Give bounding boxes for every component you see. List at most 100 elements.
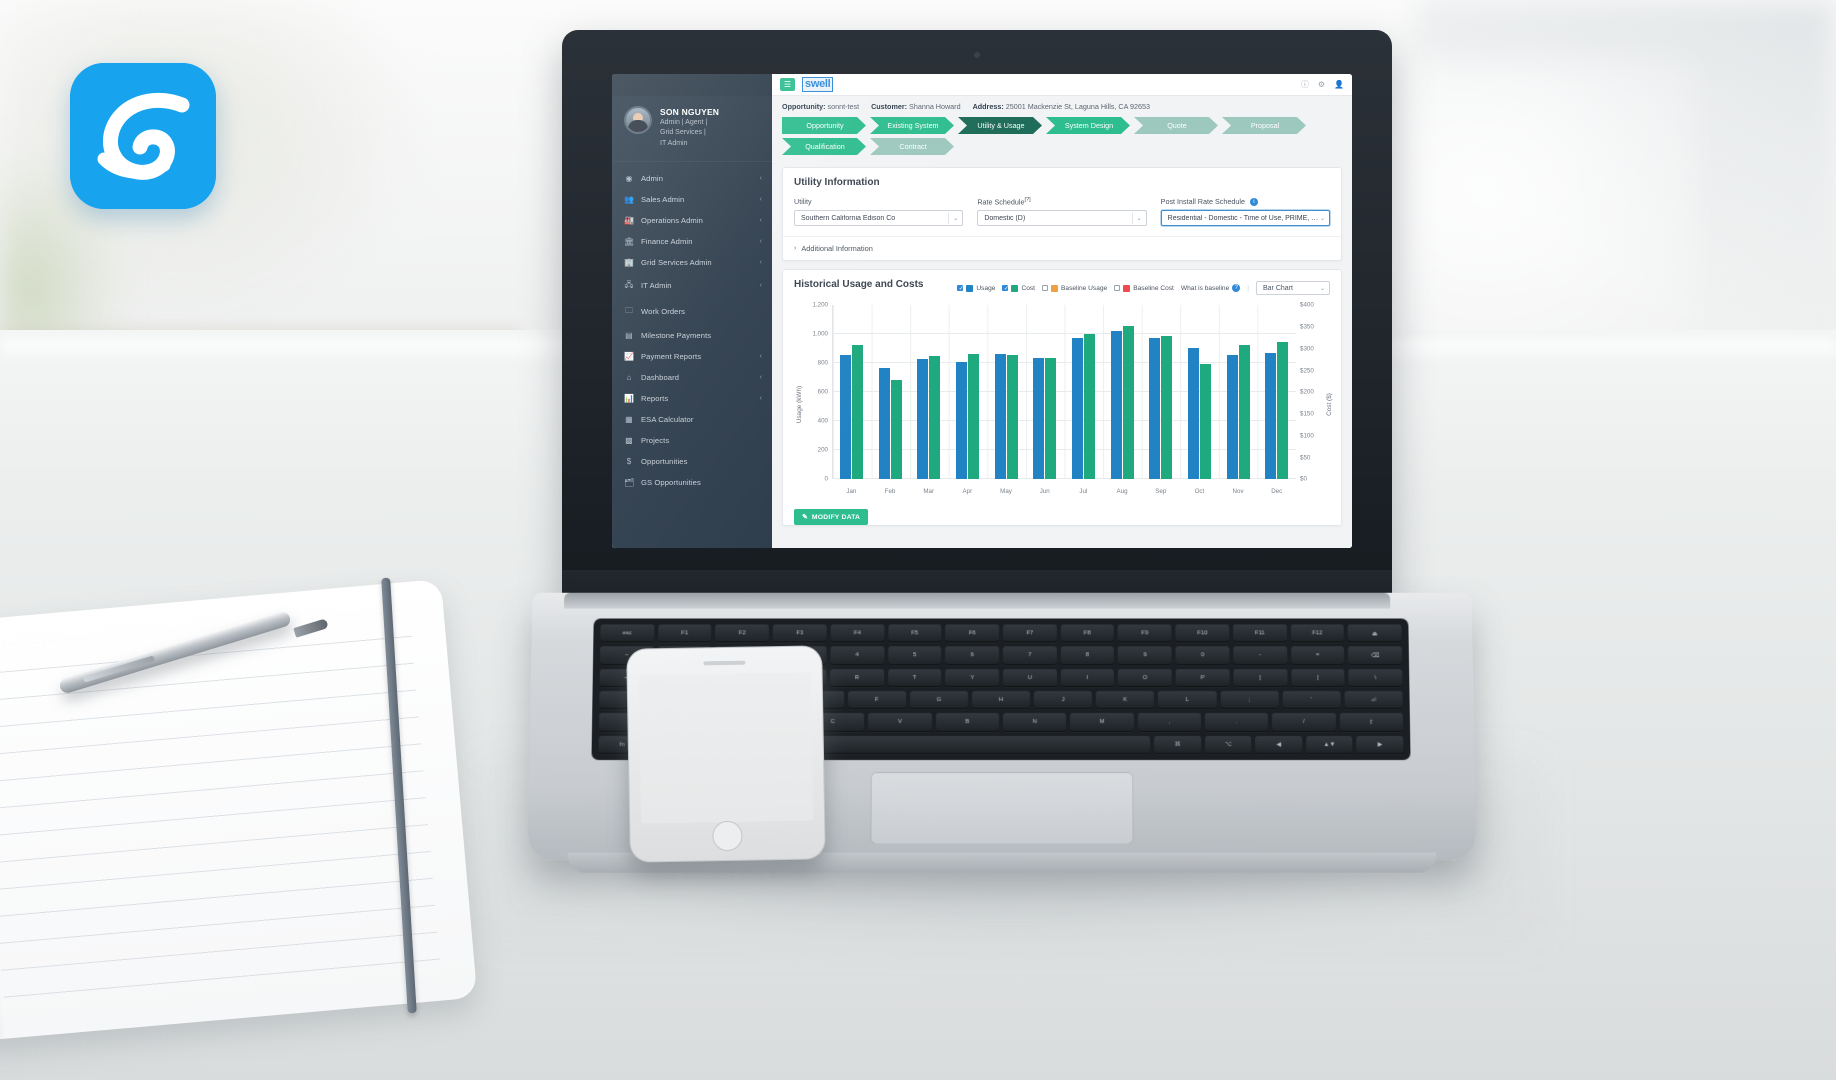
sidebar-item-it-admin[interactable]: 🖧 IT Admin ‹ xyxy=(612,273,772,299)
sidebar-item-payment-reports[interactable]: 📈 Payment Reports ‹ xyxy=(612,346,772,367)
sidebar-item-esa-calculator[interactable]: ▦ ESA Calculator xyxy=(612,409,772,430)
keyboard-key[interactable]: ] xyxy=(1291,669,1345,687)
bar-usage[interactable] xyxy=(1072,338,1083,479)
hamburger-icon[interactable]: ☰ xyxy=(780,78,795,91)
keyboard-key[interactable]: F9 xyxy=(1118,624,1172,642)
keyboard-key[interactable]: L xyxy=(1158,691,1216,709)
bar-usage[interactable] xyxy=(995,354,1006,479)
keyboard-key[interactable]: Y xyxy=(945,669,999,687)
keyboard-key[interactable]: 0 xyxy=(1176,647,1230,665)
keyboard-key[interactable]: P xyxy=(1176,669,1230,687)
keyboard-key[interactable]: T xyxy=(888,669,942,687)
bar-cost[interactable] xyxy=(1045,358,1056,480)
bar-cost[interactable] xyxy=(929,356,940,480)
bar-usage[interactable] xyxy=(1033,358,1044,480)
bar-cost[interactable] xyxy=(968,354,979,479)
keyboard-key[interactable]: ◀ xyxy=(1255,736,1302,754)
bar-usage[interactable] xyxy=(1111,331,1122,480)
legend-item-cost[interactable]: Cost xyxy=(1002,285,1035,292)
keyboard-key[interactable]: N xyxy=(1003,713,1066,731)
keyboard-key[interactable]: 8 xyxy=(1061,647,1115,665)
bar-usage[interactable] xyxy=(1227,355,1238,479)
keyboard-key[interactable]: I xyxy=(1061,669,1115,687)
keyboard-key[interactable]: F10 xyxy=(1176,624,1230,642)
bar-group[interactable] xyxy=(1180,305,1219,479)
bar-group[interactable] xyxy=(1025,305,1064,479)
keyboard-key[interactable]: ; xyxy=(1220,691,1278,709)
keyboard-key[interactable]: 4 xyxy=(830,647,884,665)
keyboard-key[interactable]: 7 xyxy=(1003,647,1057,665)
sidebar-item-admin[interactable]: ◉ Admin ‹ xyxy=(612,168,772,189)
bar-usage[interactable] xyxy=(956,362,967,479)
bar-cost[interactable] xyxy=(1084,334,1095,480)
keyboard-key[interactable]: F6 xyxy=(945,624,999,642)
legend-checkbox[interactable] xyxy=(1042,285,1048,291)
bar-cost[interactable] xyxy=(852,345,863,480)
keyboard-key[interactable]: ▶ xyxy=(1357,736,1404,754)
keyboard-key[interactable]: F5 xyxy=(888,624,942,642)
user-profile[interactable]: SON NGUYEN Admin | Agent | Grid Services… xyxy=(612,96,772,162)
keyboard-key[interactable]: \ xyxy=(1349,669,1403,687)
bar-group[interactable] xyxy=(1064,305,1103,479)
sidebar-item-operations-admin[interactable]: 🏭 Operations Admin ‹ xyxy=(612,210,772,231)
modify-data-button[interactable]: ✎ MODIFY DATA xyxy=(794,509,868,525)
keyboard-key[interactable]: ⇧ xyxy=(1339,713,1403,731)
keyboard-key[interactable]: ▲▼ xyxy=(1306,736,1353,754)
keyboard-key[interactable]: F8 xyxy=(1061,624,1115,642)
keyboard-key[interactable]: ⏏ xyxy=(1348,624,1402,642)
keyboard-key[interactable]: O xyxy=(1118,669,1172,687)
keyboard-key[interactable]: F1 xyxy=(658,624,712,642)
additional-information-toggle[interactable]: › Additional Information xyxy=(783,236,1341,260)
keyboard-key[interactable]: = xyxy=(1291,647,1345,665)
help-icon[interactable]: ? xyxy=(1232,284,1240,292)
legend-checkbox[interactable] xyxy=(1114,285,1120,291)
legend-item-usage[interactable]: Usage xyxy=(957,285,995,292)
keyboard-key[interactable]: G xyxy=(910,691,968,709)
step-system-design[interactable]: System Design xyxy=(1046,117,1130,134)
bar-usage[interactable] xyxy=(1188,348,1199,480)
info-icon[interactable]: i xyxy=(1250,198,1258,206)
keyboard-key[interactable]: J xyxy=(1034,691,1092,709)
keyboard-key[interactable]: 6 xyxy=(945,647,999,665)
bar-cost[interactable] xyxy=(1161,336,1172,480)
trackpad[interactable] xyxy=(870,772,1133,844)
utility-select[interactable]: Southern California Edison Co ⌄ xyxy=(794,210,963,226)
bar-group[interactable] xyxy=(1219,305,1258,479)
step-utility-usage[interactable]: Utility & Usage xyxy=(958,117,1042,134)
bar-group[interactable] xyxy=(909,305,948,479)
bar-usage[interactable] xyxy=(1149,338,1160,480)
keyboard-key[interactable]: F11 xyxy=(1233,624,1287,642)
phone-home-button[interactable] xyxy=(712,821,743,852)
chart-type-select[interactable]: Bar Chart ⌄ xyxy=(1256,281,1330,295)
keyboard-key[interactable]: R xyxy=(830,669,884,687)
post-install-rate-schedule-select[interactable]: Residential - Domestic - Time of Use, PR… xyxy=(1161,210,1330,226)
legend-item-baseline-usage[interactable]: Baseline Usage xyxy=(1042,285,1107,292)
bar-usage[interactable] xyxy=(917,359,928,479)
step-proposal[interactable]: Proposal xyxy=(1222,117,1306,134)
keyboard-key[interactable]: F3 xyxy=(773,624,827,642)
sidebar-item-gs-opportunities[interactable]: 🗂 GS Opportunities xyxy=(612,472,772,493)
what-is-baseline-link[interactable]: What is baseline? xyxy=(1181,284,1240,292)
gear-icon[interactable]: ⚙ xyxy=(1318,80,1325,89)
keyboard-key[interactable]: ⏎ xyxy=(1344,691,1402,709)
keyboard-key[interactable] xyxy=(801,736,1150,754)
step-opportunity[interactable]: Opportunity xyxy=(782,117,866,134)
keyboard-key[interactable]: 5 xyxy=(888,647,942,665)
keyboard-key[interactable]: ⌥ xyxy=(1205,736,1252,754)
sidebar-item-reports[interactable]: 📊 Reports ‹ xyxy=(612,388,772,409)
bar-group[interactable] xyxy=(1141,305,1180,479)
keyboard-key[interactable]: - xyxy=(1233,647,1287,665)
rate-schedule-select[interactable]: Domestic (D) ⌄ xyxy=(977,210,1146,226)
bar-group[interactable] xyxy=(1103,305,1142,479)
bar-cost[interactable] xyxy=(1239,345,1250,480)
bar-cost[interactable] xyxy=(1277,342,1288,479)
keyboard-key[interactable]: M xyxy=(1070,713,1133,731)
keyboard-key[interactable]: F12 xyxy=(1290,624,1344,642)
sidebar-item-grid-services-admin[interactable]: 🏢 Grid Services Admin ‹ xyxy=(612,252,772,273)
step-quote[interactable]: Quote xyxy=(1134,117,1218,134)
sidebar-item-projects[interactable]: ▩ Projects xyxy=(612,430,772,451)
step-existing-system[interactable]: Existing System xyxy=(870,117,954,134)
bar-cost[interactable] xyxy=(1200,364,1211,479)
legend-item-baseline-cost[interactable]: Baseline Cost xyxy=(1114,285,1174,292)
step-contract[interactable]: Contract xyxy=(870,138,954,155)
